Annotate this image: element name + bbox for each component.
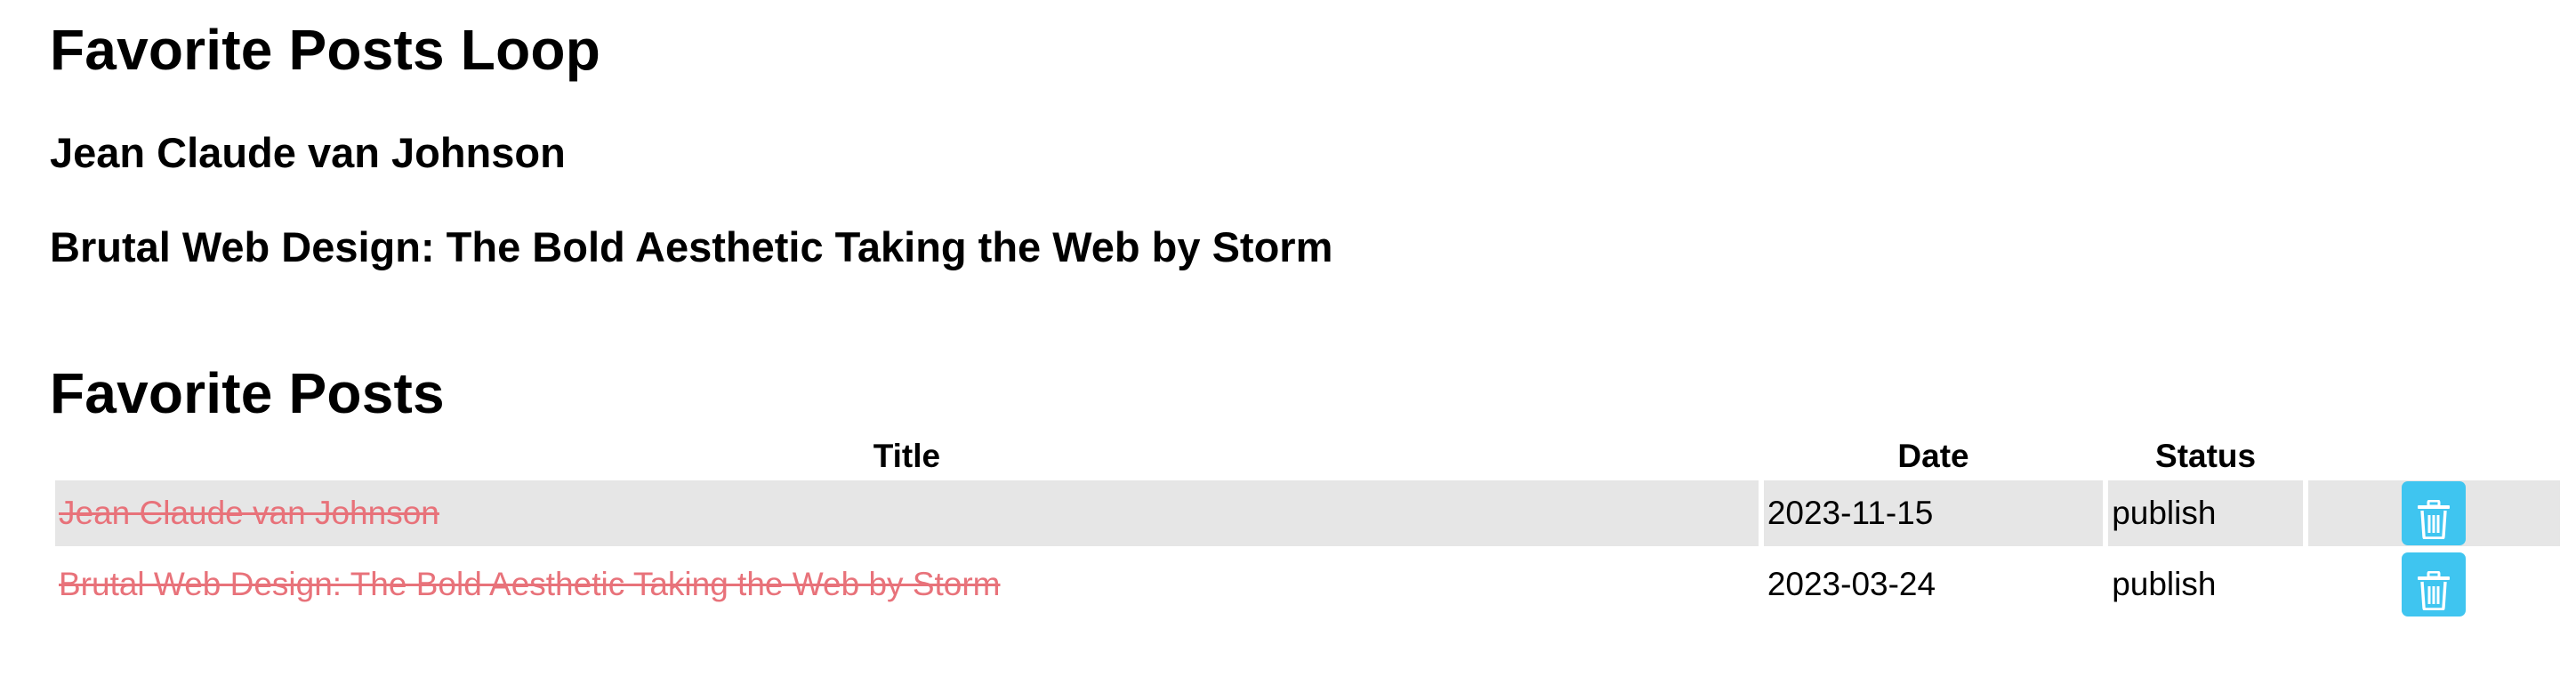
table-header-row: Title Date Status xyxy=(55,438,2560,475)
favorites-table: Title Date Status Jean Claude van Johnso… xyxy=(50,432,2565,623)
loop-post-title[interactable]: Jean Claude van Johnson xyxy=(50,132,566,173)
favorites-heading: Favorite Posts xyxy=(50,361,445,425)
status-cell: publish xyxy=(2108,552,2303,617)
date-cell: 2023-11-15 xyxy=(1763,480,2104,546)
post-title-link[interactable]: Jean Claude van Johnson xyxy=(59,495,439,531)
delete-button[interactable] xyxy=(2402,552,2467,616)
date-cell: 2023-03-24 xyxy=(1763,552,2104,617)
loop-heading: Favorite Posts Loop xyxy=(50,18,600,82)
title-cell: Brutal Web Design: The Bold Aesthetic Ta… xyxy=(55,552,1759,617)
column-header-date: Date xyxy=(1897,438,1969,474)
table-row: Brutal Web Design: The Bold Aesthetic Ta… xyxy=(55,552,2560,617)
loop-post-title[interactable]: Brutal Web Design: The Bold Aesthetic Ta… xyxy=(50,226,1332,268)
status-cell: publish xyxy=(2108,480,2303,546)
title-cell: Jean Claude van Johnson xyxy=(55,480,1759,546)
post-title-link[interactable]: Brutal Web Design: The Bold Aesthetic Ta… xyxy=(59,566,1001,602)
column-header-title: Title xyxy=(873,438,941,474)
trash-icon xyxy=(2418,500,2451,539)
delete-button[interactable] xyxy=(2402,481,2467,545)
table-row: Jean Claude van Johnson 2023-11-15 publi… xyxy=(55,480,2560,546)
action-cell xyxy=(2307,480,2560,546)
action-cell xyxy=(2307,552,2560,617)
column-header-actions xyxy=(2308,438,2560,475)
trash-icon xyxy=(2418,571,2451,610)
column-header-status: Status xyxy=(2155,438,2257,474)
